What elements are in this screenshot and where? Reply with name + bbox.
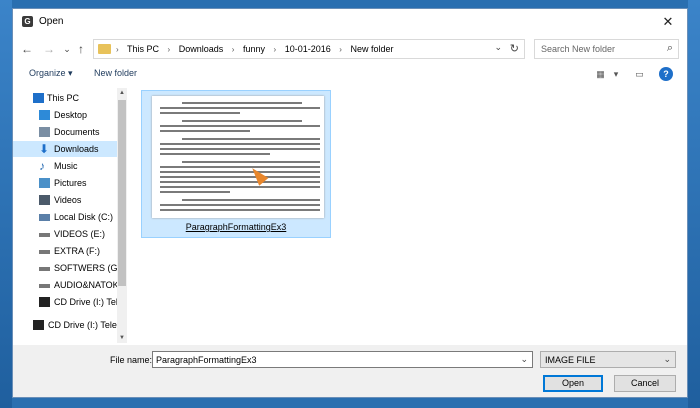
chevron-right-icon: ›: [273, 45, 277, 54]
file-thumbnail: [152, 96, 324, 218]
chevron-right-icon: ›: [116, 45, 119, 54]
documents-icon: [39, 127, 50, 137]
file-item[interactable]: ParagraphFormattingEx3: [141, 90, 331, 238]
file-name-label: ParagraphFormattingEx3: [185, 222, 287, 232]
sidebar-item-cd-drive[interactable]: CD Drive (I:) Tele: [13, 294, 123, 310]
sidebar-item-label: Videos: [54, 195, 82, 205]
address-bar[interactable]: › This PC › Downloads › funny › 10-01-20…: [93, 39, 525, 59]
sidebar-item-label: Downloads: [54, 144, 99, 154]
forward-button[interactable]: →: [41, 41, 57, 57]
drive-icon: [39, 284, 50, 288]
local-disk-icon: [39, 214, 50, 221]
sidebar-item-desktop[interactable]: Desktop: [13, 107, 117, 123]
file-name-label-text: File name:: [110, 355, 153, 365]
breadcrumb-downloads[interactable]: Downloads: [179, 44, 224, 54]
organize-button[interactable]: Organize ▾: [29, 68, 73, 79]
preview-pane-icon[interactable]: ▭: [632, 68, 646, 80]
scroll-up-icon[interactable]: ▲: [117, 88, 127, 98]
file-name-value: ParagraphFormattingEx3: [156, 355, 257, 365]
refresh-icon[interactable]: ↻: [510, 42, 519, 55]
navigation-pane: This PC Desktop Documents ⬇ Downloads ♪ …: [13, 88, 129, 343]
sidebar-item-label: AUDIO&NATOK: [54, 280, 119, 290]
desktop-background-left: [0, 0, 12, 408]
search-input[interactable]: Search New folder ⌕: [534, 39, 679, 59]
close-button[interactable]: ✕: [655, 12, 681, 32]
new-folder-button[interactable]: New folder: [94, 68, 137, 78]
breadcrumb: › This PC › Downloads › funny › 10-01-20…: [116, 44, 399, 54]
sidebar-item-audio-drive[interactable]: AUDIO&NATOK: [13, 277, 119, 293]
chevron-right-icon: ›: [167, 45, 171, 54]
sidebar-item-cd-drive-2[interactable]: CD Drive (I:) Telet: [13, 317, 120, 333]
breadcrumb-this-pc[interactable]: This PC: [127, 44, 159, 54]
search-placeholder: Search New folder: [541, 44, 616, 54]
navigation-bar: ← → ⌄ ↑ › This PC › Downloads › funny › …: [13, 37, 687, 61]
file-list: ParagraphFormattingEx3: [131, 88, 687, 343]
folder-icon: [98, 44, 111, 54]
music-icon: ♪: [39, 159, 45, 173]
desktop-background-right: [688, 0, 700, 408]
open-dialog: G Open ✕ ← → ⌄ ↑ › This PC › Downloads ›…: [12, 8, 688, 398]
file-type-value: IMAGE FILE: [545, 355, 596, 365]
sidebar-item-softwers-drive[interactable]: SOFTWERS (G:): [13, 260, 123, 276]
chevron-down-icon: ⌄: [663, 354, 671, 364]
file-type-select[interactable]: IMAGE FILE ⌄: [540, 351, 676, 368]
sidebar-item-label: EXTRA (F:): [54, 246, 101, 256]
cd-drive-icon: [33, 320, 44, 330]
search-icon[interactable]: ⌕: [667, 42, 673, 55]
chevron-right-icon: ›: [339, 45, 342, 54]
breadcrumb-funny[interactable]: funny: [243, 44, 265, 54]
cd-drive-icon: [39, 297, 50, 307]
sidebar-item-local-disk[interactable]: Local Disk (C:): [13, 209, 117, 225]
up-button[interactable]: ↑: [73, 41, 89, 57]
scrollbar-thumb[interactable]: [118, 100, 126, 286]
back-button[interactable]: ←: [19, 41, 35, 57]
downloads-icon: ⬇: [39, 142, 50, 156]
drive-icon: [39, 250, 50, 254]
chevron-down-icon[interactable]: ⌄: [494, 42, 502, 53]
sidebar-item-this-pc[interactable]: This PC: [13, 90, 117, 106]
chevron-right-icon: ›: [231, 45, 235, 54]
sidebar-item-label: VIDEOS (E:): [54, 229, 106, 239]
breadcrumb-new-folder[interactable]: New folder: [350, 44, 393, 54]
title-bar: G Open ✕: [13, 9, 687, 35]
sidebar-item-videos-drive[interactable]: VIDEOS (E:): [13, 226, 117, 242]
breadcrumb-date[interactable]: 10-01-2016: [285, 44, 331, 54]
file-name-field[interactable]: ParagraphFormattingEx3 ⌄: [152, 351, 533, 368]
app-icon: G: [22, 16, 33, 27]
dialog-footer: File name: ParagraphFormattingEx3 ⌄ IMAG…: [13, 345, 687, 397]
sidebar-item-label: Local Disk (C:): [54, 212, 114, 222]
sidebar-item-downloads[interactable]: ⬇ Downloads: [13, 141, 117, 157]
sidebar-item-label: This PC: [47, 93, 80, 103]
scroll-down-icon[interactable]: ▼: [117, 333, 127, 343]
sidebar-item-label: Documents: [54, 127, 100, 137]
videos-icon: [39, 195, 50, 205]
view-dropdown-icon[interactable]: ▾: [612, 68, 620, 80]
window-title: Open: [39, 16, 64, 27]
drive-icon: [39, 267, 50, 271]
computer-icon: [33, 93, 44, 103]
command-bar: Organize ▾ New folder ▦ ▾ ▭ ?: [13, 63, 687, 85]
sidebar-item-label: CD Drive (I:) Telet: [48, 320, 120, 330]
help-icon[interactable]: ?: [659, 67, 673, 81]
sidebar-item-label: SOFTWERS (G:): [54, 263, 123, 273]
sidebar-item-documents[interactable]: Documents: [13, 124, 117, 140]
open-button[interactable]: Open: [543, 375, 603, 392]
sidebar-item-label: Desktop: [54, 110, 88, 120]
drive-icon: [39, 233, 50, 237]
chevron-down-icon[interactable]: ⌄: [520, 354, 528, 365]
sidebar-item-label: Pictures: [54, 178, 87, 188]
sidebar-item-label: Music: [54, 161, 78, 171]
sidebar-scrollbar[interactable]: ▲ ▼: [117, 88, 127, 343]
sidebar-item-music[interactable]: ♪ Music: [13, 158, 117, 174]
desktop-icon: [39, 110, 50, 120]
view-controls: ▦ ▾ ▭ ?: [583, 67, 673, 81]
sidebar-item-extra-drive[interactable]: EXTRA (F:): [13, 243, 117, 259]
sidebar-item-videos[interactable]: Videos: [13, 192, 117, 208]
sidebar-item-label: CD Drive (I:) Tele: [54, 297, 123, 307]
cancel-button[interactable]: Cancel: [614, 375, 676, 392]
view-options-icon[interactable]: ▦: [593, 68, 607, 80]
sidebar-item-pictures[interactable]: Pictures: [13, 175, 117, 191]
pictures-icon: [39, 178, 50, 188]
